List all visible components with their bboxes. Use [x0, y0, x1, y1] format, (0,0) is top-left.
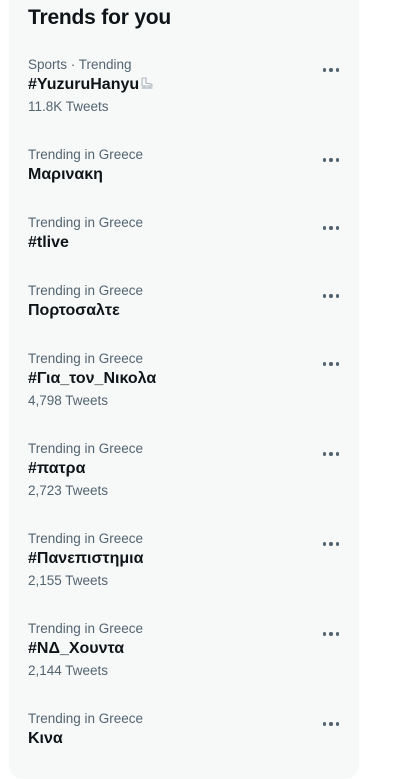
- trend-context: Trending in Greece: [28, 441, 144, 456]
- trend-name: #tlive: [28, 234, 69, 251]
- more-dot-icon: [329, 452, 333, 456]
- trend-context: Trending in Greece: [28, 147, 144, 162]
- more-options-button[interactable]: [319, 218, 343, 238]
- more-dot-icon: [322, 542, 327, 546]
- more-dot-icon: [329, 542, 333, 546]
- more-dot-icon: [335, 226, 340, 230]
- trend-name: Μαρινακη: [28, 166, 103, 183]
- more-dot-icon: [329, 632, 333, 636]
- trend-name-text: #YuzuruHanyu: [28, 76, 140, 93]
- more-dot-icon: [335, 158, 340, 162]
- more-options-button[interactable]: [319, 714, 343, 734]
- more-dot-icon: [322, 226, 327, 230]
- more-dot-icon: [322, 294, 327, 298]
- trend-name: Κινα: [28, 730, 63, 747]
- more-options-button[interactable]: [319, 150, 343, 170]
- trend-context: Trending in Greece: [28, 283, 144, 298]
- trend-item[interactable]: Trending in Greece #tlive: [9, 214, 359, 254]
- more-dot-icon: [329, 722, 333, 726]
- trend-item[interactable]: Trending in Greece #ΝΔ_Χουντα 2,144 Twee…: [9, 620, 359, 680]
- more-dot-icon: [335, 632, 340, 636]
- more-dot-icon: [335, 452, 340, 456]
- more-dot-icon: [329, 68, 333, 72]
- trend-name: #Για_τον_Νικολα: [28, 370, 157, 387]
- more-dot-icon: [335, 68, 340, 72]
- more-dot-icon: [329, 226, 333, 230]
- more-dot-icon: [322, 68, 327, 72]
- more-options-button[interactable]: [319, 534, 343, 554]
- more-options-button[interactable]: [319, 60, 343, 80]
- trend-name: Πορτοσαλτε: [28, 302, 120, 319]
- more-dot-icon: [335, 542, 340, 546]
- trend-item[interactable]: Trending in Greece #Για_τον_Νικολα 4,798…: [9, 350, 359, 410]
- trend-name: #πατρα: [28, 460, 86, 477]
- more-dot-icon: [322, 362, 327, 366]
- trend-tweet-count: 2,723 Tweets: [28, 483, 109, 498]
- trend-tweet-count: 11.8K Tweets: [28, 99, 109, 114]
- more-dot-icon: [335, 294, 340, 298]
- more-dot-icon: [329, 362, 333, 366]
- more-dot-icon: [329, 294, 333, 298]
- ice-skate-icon: [140, 75, 154, 89]
- more-dot-icon: [335, 722, 340, 726]
- more-options-button[interactable]: [319, 354, 343, 374]
- more-dot-icon: [322, 158, 327, 162]
- trend-item[interactable]: Trending in Greece Κινα: [9, 710, 359, 750]
- trend-item[interactable]: Trending in Greece #πατρα 2,723 Tweets: [9, 440, 359, 500]
- more-dot-icon: [335, 362, 340, 366]
- more-dot-icon: [322, 452, 327, 456]
- trend-context: Trending in Greece: [28, 531, 144, 546]
- trend-item[interactable]: Sports · Trending #YuzuruHanyu 11.8K Twe…: [9, 56, 359, 116]
- trend-tweet-count: 2,144 Tweets: [28, 663, 109, 678]
- more-options-button[interactable]: [319, 444, 343, 464]
- more-options-button[interactable]: [319, 286, 343, 306]
- more-dot-icon: [322, 722, 327, 726]
- trend-context: Trending in Greece: [28, 711, 144, 726]
- trend-item[interactable]: Trending in Greece Μαρινακη: [9, 146, 359, 186]
- trend-tweet-count: 4,798 Tweets: [28, 393, 109, 408]
- more-dot-icon: [322, 632, 327, 636]
- trend-name: #Πανεπιστημια: [28, 550, 144, 567]
- trend-item[interactable]: Trending in Greece #Πανεπιστημια 2,155 T…: [9, 530, 359, 590]
- trend-item[interactable]: Trending in Greece Πορτοσαλτε: [9, 282, 359, 322]
- trend-name: #ΝΔ_Χουντα: [28, 640, 125, 657]
- trend-context: Trending in Greece: [28, 215, 144, 230]
- trend-name: #YuzuruHanyu: [28, 74, 359, 96]
- more-options-button[interactable]: [319, 624, 343, 644]
- trend-context: Trending in Greece: [28, 621, 144, 636]
- trend-tweet-count: 2,155 Tweets: [28, 573, 109, 588]
- trends-panel: Trends for you Sports · Trending #Yuzuru…: [9, 0, 359, 779]
- panel-title: Trends for you: [28, 6, 172, 29]
- trend-context: Sports · Trending: [28, 57, 132, 72]
- more-dot-icon: [329, 158, 333, 162]
- trend-context: Trending in Greece: [28, 351, 144, 366]
